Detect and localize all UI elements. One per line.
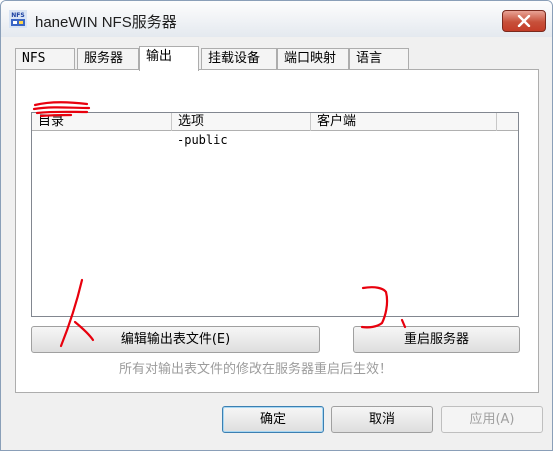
edit-exports-button[interactable]: 编辑输出表文件(E) bbox=[31, 326, 320, 353]
column-header-options[interactable]: 选项 bbox=[172, 113, 311, 131]
close-button[interactable] bbox=[502, 10, 546, 32]
tab-label: 服务器 bbox=[84, 51, 124, 66]
tab-strip: NFS 服务器 输出 挂载设备 端口映射 语言 bbox=[15, 46, 535, 71]
exports-tab-panel: 目录 选项 客户端 -public 编辑输出表文件(E) 重启服务器 bbox=[15, 69, 539, 393]
tab-language[interactable]: 语言 bbox=[349, 48, 409, 70]
column-header-directory[interactable]: 目录 bbox=[32, 113, 172, 131]
cell-options: -public bbox=[177, 133, 228, 147]
tab-label: 端口映射 bbox=[284, 51, 337, 66]
tab-portmap[interactable]: 端口映射 bbox=[277, 48, 349, 70]
tab-label: NFS bbox=[22, 51, 46, 66]
tab-mounted-devices[interactable]: 挂载设备 bbox=[201, 48, 277, 70]
tab-label: 语言 bbox=[356, 51, 383, 66]
tab-label: 挂载设备 bbox=[208, 51, 261, 66]
close-icon bbox=[517, 15, 531, 27]
list-item[interactable]: -public bbox=[32, 132, 518, 150]
title-bar[interactable]: NFS haneWIN NFS服务器 bbox=[1, 1, 552, 37]
nfs-app-icon: NFS bbox=[9, 10, 27, 28]
dialog-client-area: NFS 服务器 输出 挂载设备 端口映射 语言 目录 选项 客户端 -publi… bbox=[9, 38, 546, 445]
svg-text:NFS: NFS bbox=[11, 12, 24, 19]
tab-label: 输出 bbox=[146, 49, 173, 64]
exports-list[interactable]: 目录 选项 客户端 -public bbox=[31, 112, 519, 317]
cancel-button[interactable]: 取消 bbox=[331, 406, 433, 433]
apply-button: 应用(A) bbox=[441, 406, 543, 433]
ok-button[interactable]: 确定 bbox=[222, 406, 324, 433]
tab-nfs[interactable]: NFS bbox=[15, 48, 75, 70]
restart-note: 所有对输出表文件的修改在服务器重启后生效！ bbox=[119, 362, 393, 377]
dialog-window: NFS haneWIN NFS服务器 NFS 服务器 输出 挂载设备 端口映射 … bbox=[0, 0, 553, 451]
tab-exports[interactable]: 输出 bbox=[139, 46, 199, 71]
restart-server-button[interactable]: 重启服务器 bbox=[353, 326, 520, 353]
column-header-clients[interactable]: 客户端 bbox=[311, 113, 497, 131]
list-header: 目录 选项 客户端 bbox=[32, 113, 518, 131]
tab-server[interactable]: 服务器 bbox=[77, 48, 139, 70]
window-title: haneWIN NFS服务器 bbox=[35, 14, 177, 31]
